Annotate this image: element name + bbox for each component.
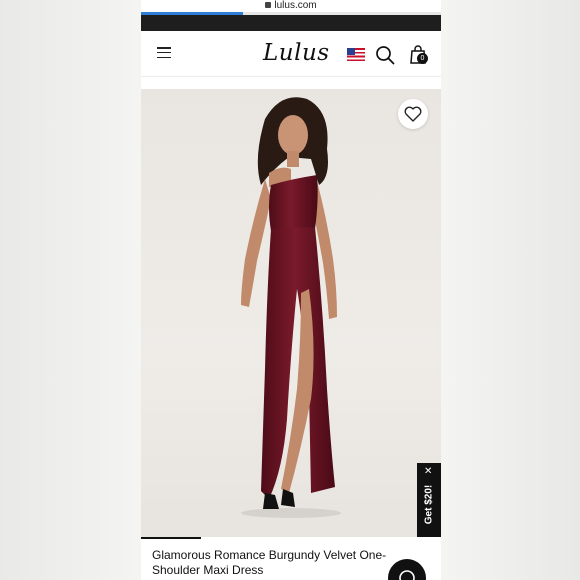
promo-label: Get $20! [423,484,435,525]
chat-icon [399,570,415,580]
background-left [0,0,141,580]
promo-banner-bar [141,15,441,31]
site-logo[interactable]: Lulus [263,40,330,66]
search-icon[interactable] [375,45,395,65]
heart-icon [404,106,422,122]
cart-count-badge: 0 [417,53,428,64]
lock-icon [265,2,272,8]
product-title: Glamorous Romance Burgundy Velvet One-Sh… [152,548,387,577]
promo-tab[interactable]: ✕ Get $20! [417,463,441,537]
us-flag-icon[interactable] [347,48,365,61]
phone-screen: lulus.com Lulus 0 ✕ Get $20! Glamorous R… [141,0,441,580]
product-info: Glamorous Romance Burgundy Velvet One-Sh… [141,537,441,580]
close-icon[interactable]: ✕ [424,467,432,477]
site-header: Lulus 0 [141,31,441,77]
image-carousel-indicator [141,537,201,539]
wishlist-heart-button[interactable] [398,99,428,129]
model-illustration [241,97,341,518]
product-image[interactable]: ✕ Get $20! [141,89,441,537]
page-load-progress [141,12,441,15]
background-right [441,0,580,580]
url-text: lulus.com [274,0,317,11]
page-load-progress-fill [141,12,243,15]
browser-url-bar[interactable]: lulus.com [141,0,441,12]
menu-icon[interactable] [157,47,171,58]
chat-button[interactable] [388,559,426,580]
screenshot-stage: lulus.com Lulus 0 ✕ Get $20! Glamorous R… [0,0,580,580]
